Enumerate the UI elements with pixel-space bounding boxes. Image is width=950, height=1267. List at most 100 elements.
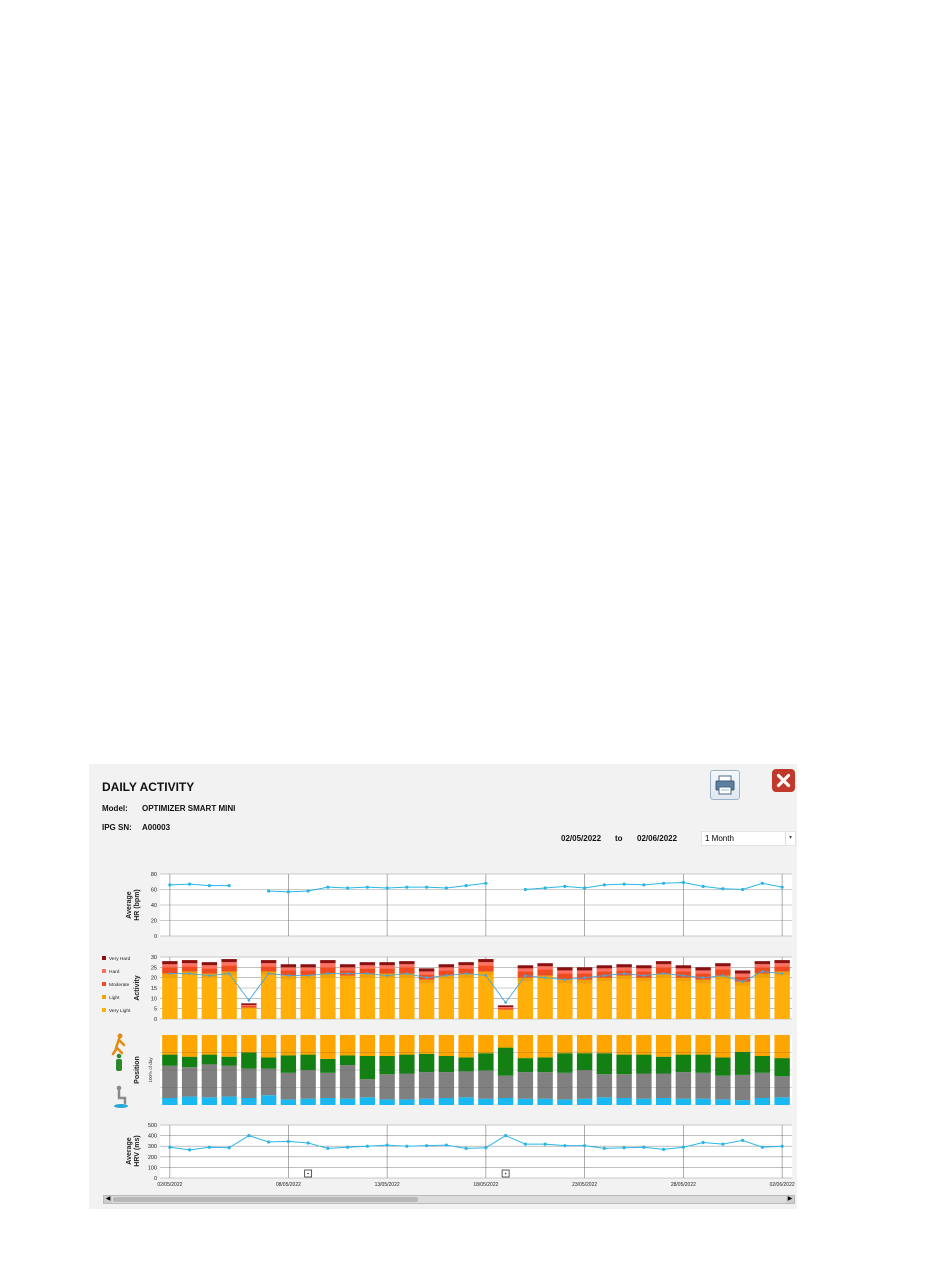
position-bar-segment [754,1098,771,1105]
hrv-data-point [741,1138,745,1142]
activity-bar-segment [636,965,652,969]
position-bar-segment [280,1035,297,1056]
position-bar-segment [438,1056,455,1073]
position-bar-segment [576,1070,593,1099]
activity-bar-segment [339,964,356,968]
activity-bar-segment [636,981,652,1019]
position-bar-segment [300,1054,316,1070]
position-bar-segment [774,1035,790,1059]
position-bar-segment [655,1098,672,1105]
position-bar-segment [596,1074,613,1098]
activity-bar-segment [675,965,692,969]
hr-data-point [721,887,725,891]
position-bar-segment [221,1056,237,1066]
position-bar-segment [596,1053,613,1075]
sitting-figure-head [116,1085,122,1091]
activity-overlay-point [247,999,251,1002]
scroll-right-arrow-icon[interactable]: ▶ [786,1196,794,1203]
activity-overlay-point [622,972,626,975]
activity-overlay-point [425,976,428,979]
position-bar-segment [379,1035,395,1056]
activity-bar-segment [418,971,435,975]
activity-bar-segment [359,965,376,969]
activity-bar-segment [399,964,415,968]
activity-bar-segment [497,1008,514,1010]
horizontal-scrollbar[interactable]: ◀ ▶ [103,1195,795,1204]
position-bar-segment [774,1076,790,1098]
activity-bar-segment [517,981,534,1019]
hr-data-point [365,885,369,889]
activity-bar-segment [596,965,613,969]
hr-data-point [405,885,409,889]
activity-overlay-point [445,974,448,977]
hrv-data-point [168,1145,172,1149]
legend-label: Moderate [109,982,130,988]
position-bar-segment [201,1035,218,1055]
activity-bar-segment [418,979,435,984]
hrv-data-point [207,1145,211,1149]
hr-ylabel-text: HR (bpm) [134,889,141,921]
position-bar-segment [754,1072,771,1098]
activity-bar-segment [655,977,672,1019]
hr-data-point [701,884,705,888]
position-bar-segment [616,1054,632,1075]
activity-chart-ytick-label: 0 [154,1017,157,1023]
activity-bar-segment [695,979,711,984]
position-bar-segment [418,1072,435,1099]
position-bar-segment [320,1035,336,1059]
activity-bar-segment [715,963,731,967]
scroll-thumb[interactable] [113,1197,418,1202]
sitting-figure-body [117,1089,127,1105]
event-marker-dot [307,1172,309,1175]
position-bar-segment [458,1057,474,1072]
position-bar-segment [537,1072,553,1099]
position-bar-segment [478,1053,494,1071]
legend-swatch [102,1008,106,1012]
position-bar-segment [418,1035,435,1054]
hr-data-point [523,887,527,892]
activity-bar-segment [438,979,455,1019]
activity-bar-segment [478,959,494,963]
position-bar-segment [497,1075,514,1098]
hrv-ylabel: Average HRV (ms) [126,1135,141,1166]
activity-bar-segment [655,964,672,968]
hrv-data-point [425,1144,429,1148]
activity-bar-segment [497,1010,514,1019]
scroll-left-arrow-icon[interactable]: ◀ [104,1196,112,1203]
legend-label: Very Hard [109,956,131,962]
activity-bar-segment [695,970,711,974]
activity-bar-segment [280,967,297,971]
activity-bar-segment [280,964,297,968]
position-bar-segment [596,1035,613,1054]
position-bar-segment [260,1068,277,1096]
charts-canvas: 020406080Average HR (bpm)051015202530Acti… [102,872,795,1188]
position-bar-segment [734,1051,751,1075]
activity-bar-segment [181,975,198,1019]
position-bar-segment [339,1098,356,1105]
position-bar-segment [399,1054,415,1074]
activity-bar-segment [557,967,573,971]
daily-activity-panel: DAILY ACTIVITY Model: OPTIMIZER SMART MI… [89,764,797,1209]
activity-bar-segment [517,965,534,969]
activity-chart-ytick-label: 10 [151,996,157,1002]
hrv-data-point [662,1147,666,1151]
activity-overlay-point [227,972,231,975]
activity-bar-segment [241,1004,257,1006]
position-bar-segment [241,1068,257,1098]
position-bar-segment [655,1073,672,1098]
hr-data-point [306,889,310,893]
activity-bar-segment [497,1007,514,1009]
activity-bar-segment [478,965,494,972]
activity-bar-segment [359,962,376,966]
position-bar-segment [339,1055,356,1066]
activity-bar-segment [754,977,771,1019]
hr-data-point [227,884,231,888]
activity-bar-segment [458,977,474,1019]
activity-bar-segment [576,970,593,974]
hrv-data-point [563,1144,567,1148]
position-bar-segment [636,1073,652,1099]
position-bar-segment [181,1067,198,1097]
position-bar-segment [695,1035,711,1055]
activity-bar-segment [260,963,277,967]
activity-bar-segment [596,977,613,982]
